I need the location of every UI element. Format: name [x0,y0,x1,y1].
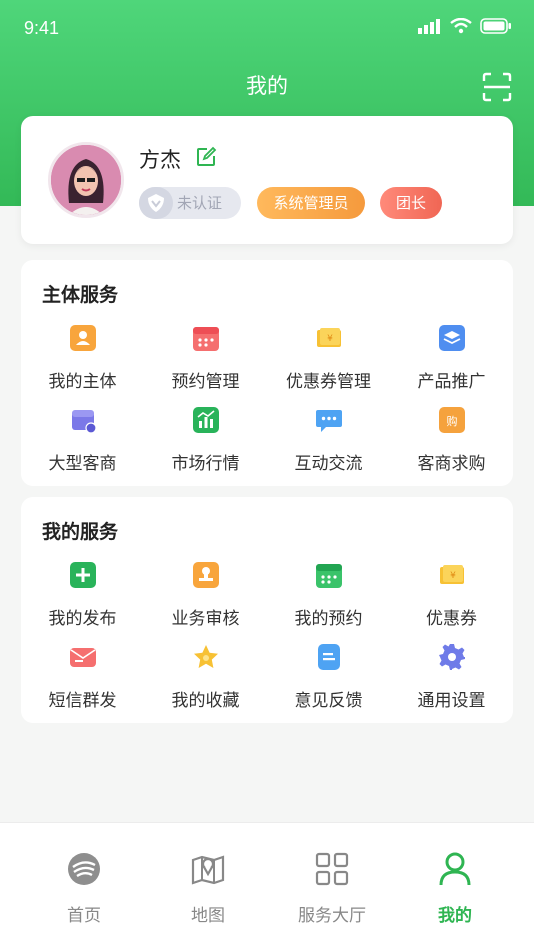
service-coupon-manage[interactable]: ¥ 优惠券管理 [267,324,390,396]
service-label: 产品推广 [417,372,486,392]
svg-text:购: 购 [447,414,458,428]
service-label: 互动交流 [294,454,363,474]
service-booking-manage[interactable]: 预约管理 [144,324,267,396]
star-icon [194,645,218,668]
svg-text:¥: ¥ [327,334,333,344]
store-icon [72,410,97,434]
service-label: 业务审核 [171,609,240,629]
battery-icon [480,18,511,34]
service-my-posts[interactable]: 我的发布 [21,561,144,633]
service-label: 优惠券管理 [286,372,371,392]
purchase-icon: 购 [439,407,465,433]
role-badge: 系统管理员 [257,187,365,219]
service-purchase-request[interactable]: 购 客商求购 [390,406,513,478]
page-title: 我的 [246,74,288,98]
envelope-icon [70,648,96,667]
avatar-image [51,145,121,215]
coupon-icon: ¥ [317,328,341,347]
service-label: 意见反馈 [294,691,363,711]
service-feedback[interactable]: 意见反馈 [267,643,390,715]
status-bar: 9:41 [0,0,534,56]
service-settings[interactable]: 通用设置 [390,643,513,715]
service-product-promo[interactable]: 产品推广 [390,324,513,396]
service-large-merchant[interactable]: 大型客商 [21,406,144,478]
chat-icon [316,410,342,432]
avatar[interactable] [48,142,124,218]
service-label: 通用设置 [417,691,486,711]
service-interaction[interactable]: 互动交流 [267,406,390,478]
status-time: 9:41 [24,18,60,38]
service-label: 预约管理 [171,372,240,392]
service-coupons[interactable]: ¥ 优惠券 [390,561,513,633]
bottom-tab-bar: 首页 地图 服务大厅 我的 [0,822,534,950]
signal-icon [418,19,440,34]
chart-icon [193,407,219,433]
service-label: 短信群发 [48,691,117,711]
verify-status-label: 未认证 [177,194,223,212]
service-label: 我的主体 [48,372,117,392]
wifi-icon [450,18,472,34]
service-label: 我的收藏 [171,691,240,711]
tab-label: 服务大厅 [298,906,366,926]
shield-icon [139,187,173,219]
service-bulk-sms[interactable]: 短信群发 [21,643,144,715]
service-label: 市场行情 [171,454,240,474]
tab-mine[interactable]: 我的 [393,823,517,950]
scan-icon[interactable] [482,72,512,102]
tab-service-hall[interactable]: 服务大厅 [270,823,394,950]
section-title: 我的服务 [42,521,119,543]
gear-icon [439,644,465,670]
edit-icon[interactable] [195,146,217,168]
service-my-entity[interactable]: 我的主体 [21,324,144,396]
layers-icon [439,325,465,351]
map-icon [191,855,225,885]
service-business-review[interactable]: 业务审核 [144,561,267,633]
tab-home[interactable]: 首页 [22,823,146,950]
service-my-booking[interactable]: 我的预约 [267,561,390,633]
service-label: 客商求购 [417,454,486,474]
status-icons [418,18,512,34]
verify-status-badge[interactable]: 未认证 [139,187,241,219]
service-label: 优惠券 [426,609,477,629]
svg-text:¥: ¥ [450,571,456,581]
tab-map[interactable]: 地图 [146,823,270,950]
service-favorites[interactable]: 我的收藏 [144,643,267,715]
service-label: 大型客商 [48,454,117,474]
person-card-icon [70,325,96,351]
coupon-icon: ¥ [440,565,464,584]
tab-label: 地图 [191,906,225,926]
service-label: 我的预约 [294,609,363,629]
calendar-icon [193,327,219,351]
calendar-green-icon [316,564,342,588]
user-icon [439,852,471,886]
main-services-panel: 主体服务 我的主体 预约管理 ¥ 优惠券管理 产品推广 大型客商 市场行情 互动… [21,260,513,486]
home-logo-icon [68,853,100,885]
my-services-panel: 我的服务 我的发布 业务审核 我的预约 ¥ 优惠券 短信群发 我的收藏 意见反馈… [21,497,513,723]
user-name: 方杰 [139,148,181,172]
service-market-quote[interactable]: 市场行情 [144,406,267,478]
profile-card: 方杰 未认证 系统管理员 团长 [21,116,513,244]
plus-icon [70,562,96,588]
tab-label: 首页 [67,906,101,926]
stamp-icon [193,562,219,588]
service-label: 我的发布 [48,609,117,629]
leader-badge: 团长 [380,187,442,219]
section-title: 主体服务 [42,284,119,306]
feedback-icon [318,644,340,670]
tab-label: 我的 [438,906,472,926]
grid-icon [315,852,349,886]
